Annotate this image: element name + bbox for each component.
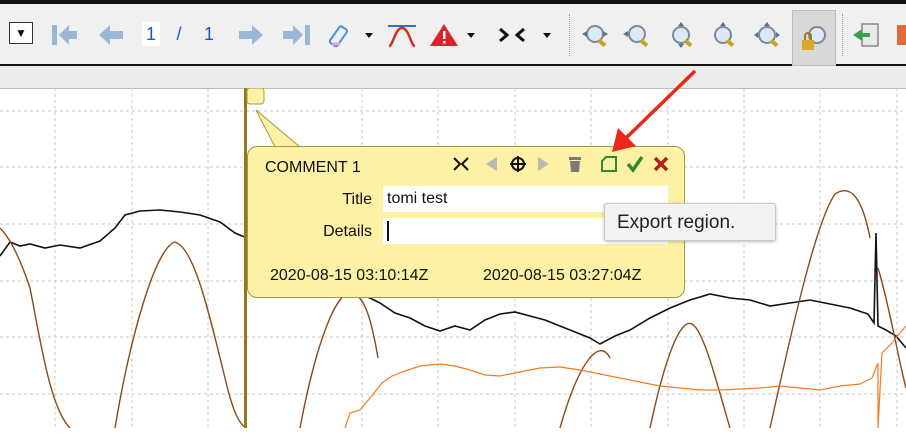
annotation-arrow: [612, 70, 696, 152]
